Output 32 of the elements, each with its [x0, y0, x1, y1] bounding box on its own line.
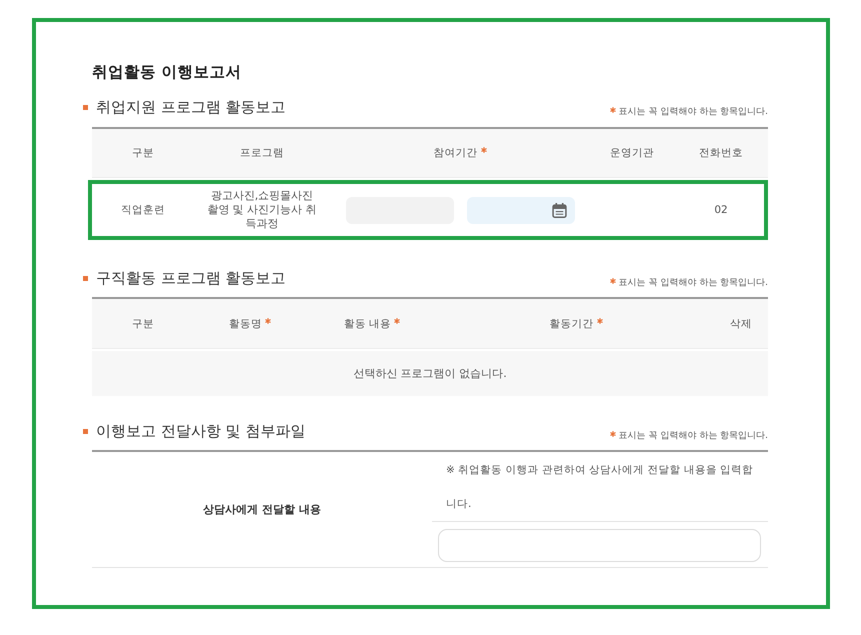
column-header: 전화번호	[699, 146, 743, 160]
date-field[interactable]	[466, 196, 574, 224]
column-header: 참여기간	[434, 146, 478, 160]
column-header: 운영기관	[610, 146, 654, 160]
help-text: ※ 취업활동 이행과 관련하여 상담사에게 전달할 내용을 입력합니다.	[432, 452, 768, 522]
input-field[interactable]	[438, 529, 761, 562]
column-header: 삭제	[730, 316, 752, 330]
column-header: 활동기간	[550, 316, 594, 330]
empty-message: 선택하신 프로그램이 없습니다.	[353, 366, 507, 381]
bullet-icon	[83, 428, 88, 434]
calendar-icon[interactable]	[552, 202, 566, 218]
asterisk-icon	[610, 431, 616, 437]
table-cell: 02	[714, 204, 728, 216]
field-label: 상담사에게 전달할 내용	[203, 502, 321, 517]
table-cell: 광고사진,쇼핑몰사진 촬영 및 사진기능사 취득과정	[206, 189, 318, 231]
table-cell: 직업훈련	[121, 203, 165, 217]
bullet-icon	[83, 276, 88, 280]
bullet-icon	[83, 104, 88, 110]
required-note: 표시는 꼭 입력해야 하는 항목입니다.	[618, 277, 768, 289]
required-note: 표시는 꼭 입력해야 하는 항목입니다.	[618, 430, 768, 442]
column-header: 구분	[132, 146, 154, 160]
asterisk-icon	[610, 107, 616, 113]
page-title: 취업활동 이행보고서	[92, 62, 242, 82]
section-title: 이행보고 전달사항 및 첨부파일	[96, 422, 306, 440]
column-header: 활동명	[229, 316, 262, 330]
section-title: 구직활동 프로그램 활동보고	[96, 268, 286, 288]
section-title: 취업지원 프로그램 활동보고	[96, 98, 286, 116]
required-note: 표시는 꼭 입력해야 하는 항목입니다.	[618, 106, 768, 118]
column-header: 구분	[132, 316, 154, 330]
asterisk-icon	[610, 278, 616, 284]
column-header: 프로그램	[240, 146, 284, 160]
column-header: 활동 내용	[344, 316, 392, 330]
